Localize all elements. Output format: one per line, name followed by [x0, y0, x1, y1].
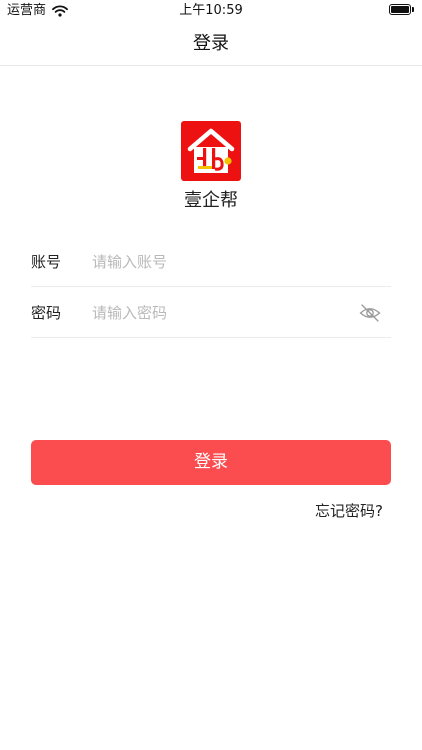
login-button[interactable]: 登录 [31, 440, 391, 485]
password-input[interactable] [92, 300, 342, 326]
password-label: 密码 [31, 304, 62, 322]
page-title: 登录 [193, 33, 229, 54]
status-time: 上午10:59 [179, 3, 243, 18]
forgot-password-link[interactable]: 忘记密码? [315, 501, 383, 521]
eye-off-icon[interactable] [359, 303, 381, 323]
battery-icon [389, 4, 414, 15]
account-row: 账号 [31, 237, 391, 287]
app-name: 壹企帮 [184, 190, 238, 211]
app-logo-icon [181, 121, 241, 181]
status-bar: 运营商 上午10:59 [0, 0, 422, 22]
account-label: 账号 [31, 253, 62, 271]
account-input[interactable] [92, 249, 342, 275]
password-row: 密码 [31, 288, 391, 338]
nav-bar: 登录 [0, 22, 422, 66]
